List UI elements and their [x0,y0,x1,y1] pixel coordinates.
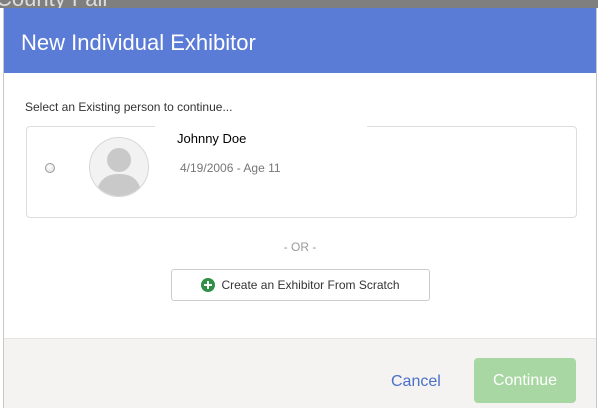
new-exhibitor-modal: New Individual Exhibitor Select an Exist… [3,8,597,408]
cancel-button[interactable]: Cancel [391,373,441,391]
create-from-scratch-label: Create an Exhibitor From Scratch [221,278,400,292]
select-instructions: Select an Existing person to continue... [25,100,233,114]
continue-button[interactable]: Continue [474,358,576,403]
person-radio[interactable] [45,163,55,173]
modal-header: New Individual Exhibitor [4,8,596,73]
person-option-card[interactable]: Johnny Doe 4/19/2006 - Age 11 [26,126,577,218]
person-name: Johnny Doe [177,131,247,146]
avatar-placeholder-icon [89,137,149,197]
background-page: County Fair [0,0,598,8]
background-page-title: County Fair [0,0,110,8]
or-divider: - OR - [283,240,317,254]
create-from-scratch-button[interactable]: Create an Exhibitor From Scratch [171,269,430,301]
modal-title: New Individual Exhibitor [21,30,256,55]
modal-footer: Cancel Continue [4,338,596,408]
person-dob-age: 4/19/2006 - Age 11 [180,161,281,175]
plus-circle-icon [201,278,216,292]
